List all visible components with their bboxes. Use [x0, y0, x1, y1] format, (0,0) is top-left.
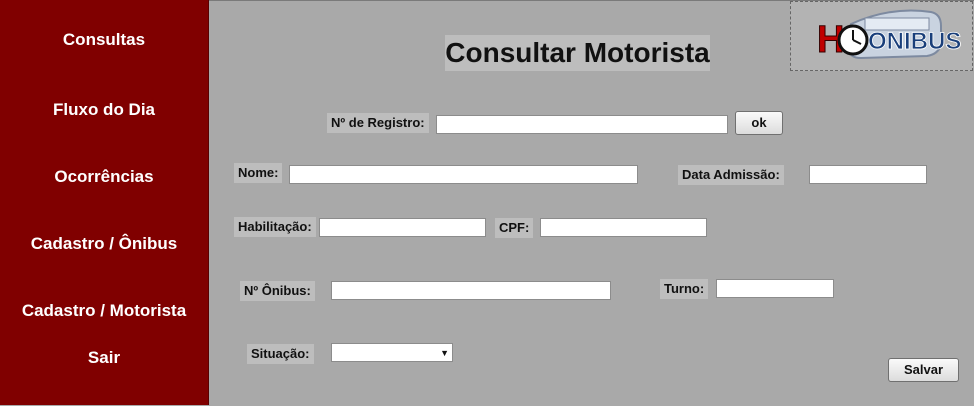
- habilitacao-label: Habilitação:: [234, 217, 316, 237]
- page-title: Consultar Motorista: [445, 35, 710, 71]
- sidebar-item-sair[interactable]: Sair: [0, 348, 208, 368]
- sidebar-item-consultas[interactable]: Consultas: [0, 30, 208, 50]
- chevron-down-icon[interactable]: ▼: [440, 346, 449, 360]
- registro-input[interactable]: [436, 115, 728, 134]
- bus-logo-icon: H ONIBUS: [817, 9, 962, 62]
- onibus-input[interactable]: [331, 281, 611, 300]
- sidebar-item-ocorrencias[interactable]: Ocorrências: [0, 167, 208, 187]
- logo-text: ONIBUS: [868, 28, 961, 55]
- nome-input[interactable]: [289, 165, 638, 184]
- situacao-label: Situação:: [247, 344, 314, 364]
- ok-button[interactable]: ok: [735, 111, 783, 135]
- data-admissao-input[interactable]: [809, 165, 927, 184]
- onibus-logo: H ONIBUS: [790, 1, 973, 71]
- turno-input[interactable]: [716, 279, 834, 298]
- registro-label: Nº de Registro:: [327, 113, 429, 133]
- cpf-input[interactable]: [540, 218, 707, 237]
- sidebar: Consultas Fluxo do Dia Ocorrências Cadas…: [0, 0, 209, 405]
- cpf-label: CPF:: [495, 218, 534, 238]
- turno-label: Turno:: [660, 279, 709, 299]
- data-admissao-label: Data Admissão:: [678, 165, 784, 185]
- main-panel: Consultar Motorista H ONIBUS Nº de Regis…: [209, 0, 974, 406]
- onibus-label: Nº Ônibus:: [240, 281, 315, 301]
- habilitacao-input[interactable]: [319, 218, 486, 237]
- sidebar-item-fluxo-do-dia[interactable]: Fluxo do Dia: [0, 100, 208, 120]
- situacao-select[interactable]: ▼: [331, 343, 453, 362]
- nome-label: Nome:: [234, 163, 283, 183]
- sidebar-item-cadastro-motorista[interactable]: Cadastro / Motorista: [0, 301, 208, 321]
- sidebar-item-cadastro-onibus[interactable]: Cadastro / Ônibus: [0, 234, 208, 254]
- save-button[interactable]: Salvar: [888, 358, 959, 382]
